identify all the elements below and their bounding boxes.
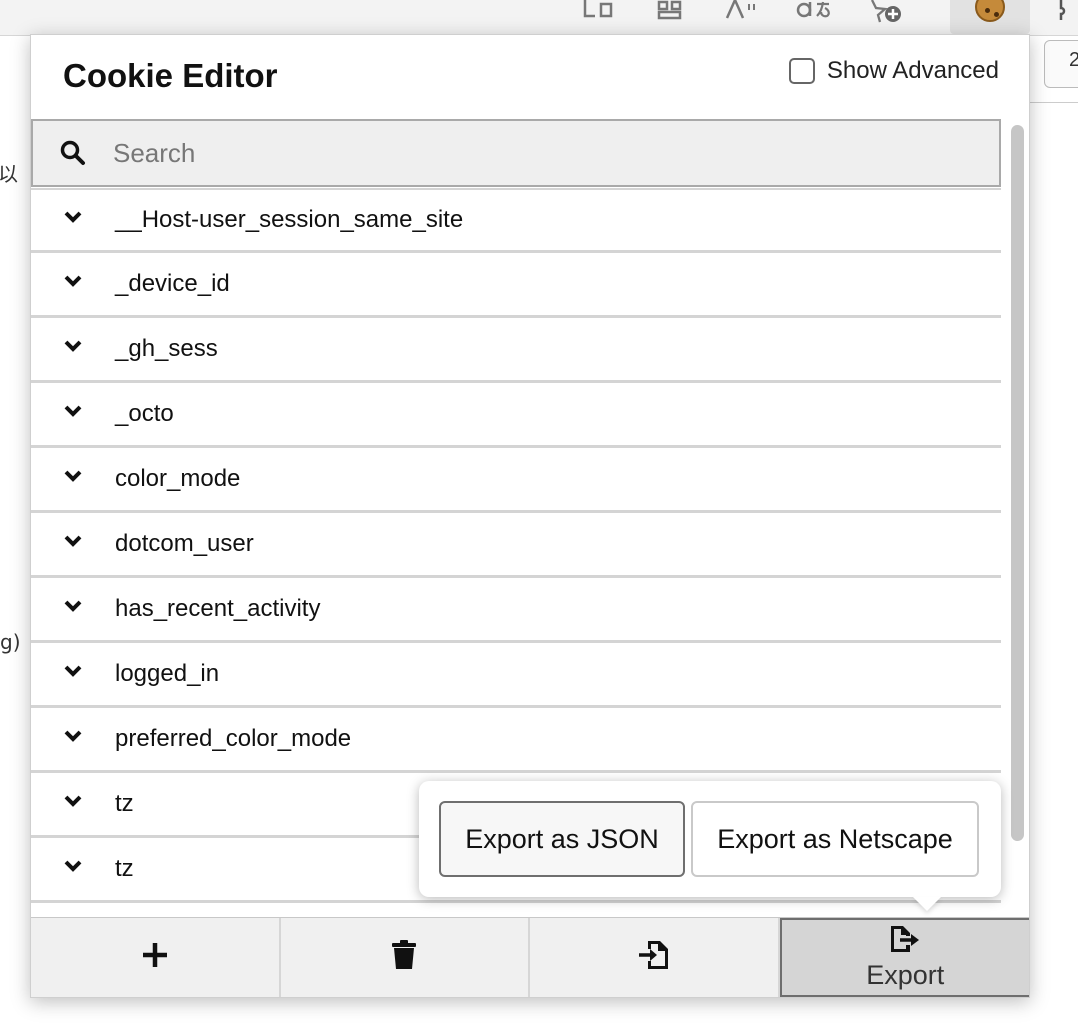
page-tab-text: 2 — [1069, 49, 1078, 71]
chevron-down-icon[interactable] — [31, 405, 115, 423]
cookie-name: _gh_sess — [115, 335, 218, 362]
cookie-row-partial[interactable] — [31, 903, 1001, 917]
export-label: Export — [866, 959, 945, 990]
export-netscape-button[interactable]: Export as Netscape — [691, 801, 979, 877]
chevron-down-icon[interactable] — [31, 860, 115, 878]
cookie-name: tz — [115, 855, 134, 882]
delete-all-button[interactable] — [280, 918, 530, 997]
cookie-name: logged_in — [115, 660, 220, 687]
search-icon — [33, 140, 113, 166]
extensions-puzzle-icon[interactable] — [1050, 0, 1078, 26]
search-input[interactable] — [113, 123, 999, 183]
translate-icon[interactable] — [795, 0, 835, 26]
background-page-text: g) — [0, 630, 21, 654]
scrollbar-thumb[interactable] — [1011, 125, 1024, 841]
show-advanced-label: Show Advanced — [826, 57, 999, 84]
cookie-row[interactable]: color_mode — [31, 448, 1001, 513]
export-button[interactable]: Export — [779, 918, 1029, 997]
cookie-name: tz — [115, 790, 134, 817]
page-divider — [1030, 102, 1078, 103]
chevron-down-icon[interactable] — [31, 795, 115, 813]
chevron-down-icon[interactable] — [31, 665, 115, 683]
cookie-row[interactable]: dotcom_user — [31, 513, 1001, 578]
apps-grid-icon[interactable] — [650, 0, 690, 26]
cookie-row[interactable]: _device_id — [31, 253, 1001, 318]
cookie-row[interactable]: has_recent_activity — [31, 578, 1001, 643]
cookie-name: dotcom_user — [115, 530, 254, 557]
action-bar: Export — [31, 917, 1029, 997]
cookie-editor-popup: Cookie Editor Show Advanced __Host-user_… — [30, 34, 1030, 998]
browser-toolbar — [0, 0, 1078, 36]
cookie-name: preferred_color_mode — [115, 725, 352, 752]
cookie-row[interactable]: logged_in — [31, 643, 1001, 708]
chevron-down-icon[interactable] — [31, 470, 115, 488]
cookie-name: _octo — [115, 400, 174, 427]
background-page-text: 可以 — [0, 162, 18, 186]
cookie-name: color_mode — [115, 465, 241, 492]
cookie-name: has_recent_activity — [115, 595, 321, 622]
cookie-row[interactable]: __Host-user_session_same_site — [31, 188, 1001, 253]
cookie-name: __Host-user_session_same_site — [115, 206, 464, 233]
show-advanced-toggle[interactable]: Show Advanced — [788, 57, 999, 85]
split-screen-icon[interactable] — [578, 0, 618, 26]
chevron-down-icon[interactable] — [31, 211, 115, 229]
search-bar — [31, 119, 1001, 187]
export-menu: Export as JSON Export as Netscape — [419, 781, 1001, 897]
show-advanced-checkbox[interactable] — [788, 58, 815, 84]
page-tab-widget: 2 — [1044, 40, 1078, 88]
plus-icon — [141, 941, 169, 974]
cookie-row[interactable]: preferred_color_mode — [31, 708, 1001, 773]
import-button[interactable] — [530, 918, 780, 997]
trash-icon — [391, 940, 417, 975]
cookie-row[interactable]: _octo — [31, 383, 1001, 448]
import-icon — [638, 940, 670, 975]
read-aloud-icon[interactable] — [722, 0, 762, 26]
chevron-down-icon[interactable] — [31, 730, 115, 748]
cookie-name: _device_id — [115, 270, 230, 297]
chevron-down-icon[interactable] — [31, 600, 115, 618]
chevron-down-icon[interactable] — [31, 340, 115, 358]
cookie-row[interactable]: _gh_sess — [31, 318, 1001, 383]
add-favorite-icon[interactable] — [866, 0, 906, 26]
export-json-button[interactable]: Export as JSON — [439, 801, 685, 877]
add-cookie-button[interactable] — [31, 918, 281, 997]
export-icon — [889, 925, 921, 958]
chevron-down-icon[interactable] — [31, 275, 115, 293]
popup-title: Cookie Editor — [63, 57, 278, 94]
chevron-down-icon[interactable] — [31, 535, 115, 553]
